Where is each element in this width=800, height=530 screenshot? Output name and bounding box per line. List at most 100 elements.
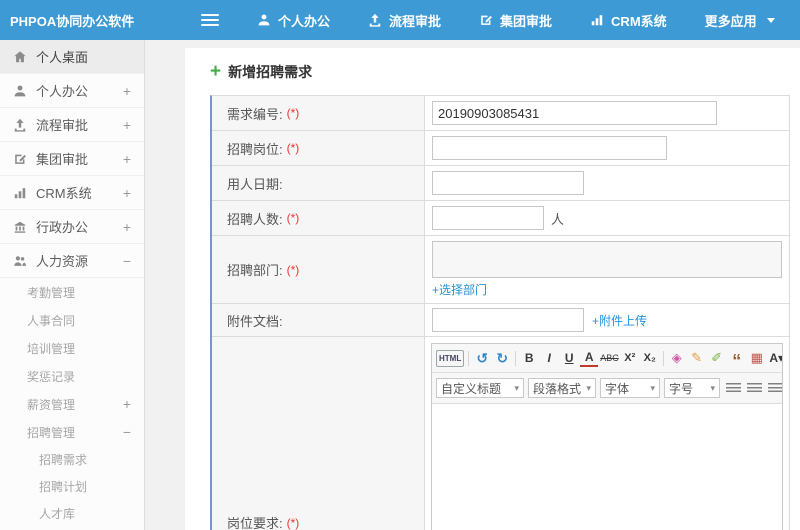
sidebar-item-rewards-punishments[interactable]: 奖惩记录 <box>0 362 144 390</box>
italic-button[interactable]: I <box>540 349 558 368</box>
caret-down-icon <box>766 17 775 23</box>
sidebar-item-recruit-plan[interactable]: 招聘计划 <box>0 473 144 500</box>
recruit-department-textarea[interactable] <box>432 241 782 278</box>
highlight-icon[interactable]: ✐ <box>708 349 726 368</box>
sidebar-item-label: 招聘需求 <box>39 453 88 467</box>
underline-button[interactable]: U <box>560 349 578 368</box>
expand-toggle-icon[interactable]: + <box>123 84 131 98</box>
recruit-position-input[interactable] <box>432 136 667 160</box>
topnav-label: 集团审批 <box>500 13 553 29</box>
required-mark: (*) <box>286 141 300 155</box>
people-icon <box>13 254 27 268</box>
font-family-dropdown[interactable]: 字体 ▾ <box>600 378 660 398</box>
font-color-button[interactable]: A▾ <box>768 349 782 368</box>
recruit-count-input[interactable] <box>432 206 544 230</box>
required-mark: (*) <box>286 106 300 120</box>
demand-number-input[interactable] <box>432 101 717 125</box>
caret-down-icon: ▾ <box>586 382 591 393</box>
editor-toolbar-row1: HTML ↺ ↻ B I U A ABC X² X₂ ◈ ✎ ✐ “ ▦ A <box>432 344 782 373</box>
sidebar-item-group-approval[interactable]: 集团审批 + <box>0 142 144 176</box>
collapse-toggle-icon[interactable]: − <box>123 425 131 439</box>
topnav-item-personal-office[interactable]: 个人办公 <box>257 11 330 30</box>
paragraph-format-dropdown[interactable]: 段落格式 ▾ <box>528 378 596 398</box>
sidebar-item-workflow-approval[interactable]: 流程审批 + <box>0 108 144 142</box>
sidebar-item-label: 薪资管理 <box>27 397 76 412</box>
hamburger-icon[interactable] <box>201 11 219 29</box>
select-department-link[interactable]: +选择部门 <box>432 281 782 298</box>
expand-toggle-icon[interactable]: + <box>123 118 131 132</box>
undo-icon[interactable]: ↺ <box>473 349 491 368</box>
toolbar-separator <box>515 350 517 366</box>
form-row-recruit-department: 招聘部门: (*) +选择部门 <box>212 236 789 304</box>
sidebar-item-recruitment[interactable]: 招聘管理 − <box>0 418 144 446</box>
field-label: 用人日期: <box>212 166 425 200</box>
process-icon <box>368 13 382 27</box>
custom-title-dropdown[interactable]: 自定义标题 ▾ <box>436 378 524 398</box>
sidebar-item-personal-office[interactable]: 个人办公 + <box>0 74 144 108</box>
topnav-label: 流程审批 <box>389 13 442 29</box>
font-border-button[interactable]: A <box>580 350 599 367</box>
expand-toggle-icon[interactable]: + <box>123 186 131 200</box>
topnav-label: CRM系统 <box>611 13 667 29</box>
html-source-button[interactable]: HTML <box>436 349 465 367</box>
field-label: 招聘部门: (*) <box>212 236 425 303</box>
sidebar-item-desktop[interactable]: 个人桌面 <box>0 40 144 74</box>
field-label: 岗位要求: (*) <box>212 337 425 530</box>
sidebar-item-recruit-demand[interactable]: 招聘需求 <box>0 446 144 473</box>
sidebar-item-hr[interactable]: 人力资源 − <box>0 244 144 278</box>
subscript-button[interactable]: X₂ <box>641 349 659 368</box>
collapse-toggle-icon[interactable]: − <box>123 254 131 268</box>
strikethrough-button[interactable]: ABC <box>600 349 619 368</box>
editor-content-area[interactable] <box>432 404 782 530</box>
attachment-input[interactable] <box>432 308 584 332</box>
sidebar: 个人桌面 个人办公 + 流程审批 + 集团审批 + CRM系统 + 行政办公 +… <box>0 40 145 530</box>
field-label: 附件文档: <box>212 304 425 336</box>
topnav-item-workflow-approval[interactable]: 流程审批 <box>368 11 441 30</box>
expand-toggle-icon[interactable]: + <box>123 397 131 411</box>
sidebar-item-label: 集团审批 <box>36 152 89 167</box>
expand-toggle-icon[interactable]: + <box>123 152 131 166</box>
form-row-position-requirements: 岗位要求: (*) HTML ↺ ↻ B I U A ABC X² X₂ ◈ ✎… <box>212 337 789 530</box>
sidebar-item-personnel-contract[interactable]: 人事合同 <box>0 306 144 334</box>
sidebar-item-talent-pool[interactable]: 人才库 <box>0 500 144 527</box>
plus-icon: + <box>210 61 222 82</box>
font-size-dropdown[interactable]: 字号 ▾ <box>664 378 720 398</box>
field-label-text: 招聘人数: <box>227 211 283 227</box>
sidebar-item-training[interactable]: 培训管理 <box>0 334 144 362</box>
align-right-icon[interactable] <box>768 382 782 394</box>
redo-icon[interactable]: ↻ <box>493 349 511 368</box>
remove-format-icon[interactable]: ◈ <box>668 349 686 368</box>
caret-down-icon: ▾ <box>650 382 655 393</box>
topnav-item-group-approval[interactable]: 集团审批 <box>479 11 552 30</box>
recruitment-demand-form: 需求编号: (*) 招聘岗位: (*) 用人日期: <box>210 95 790 530</box>
edit-approval-icon <box>13 152 27 166</box>
align-center-icon[interactable] <box>747 382 762 394</box>
home-icon <box>13 50 27 64</box>
dropdown-label: 字号 <box>669 381 694 396</box>
bold-button[interactable]: B <box>520 349 538 368</box>
emotion-icon[interactable]: ▦ <box>748 349 766 368</box>
attachment-upload-link[interactable]: +附件上传 <box>592 312 647 329</box>
page-header: + 新增招聘需求 <box>185 48 800 95</box>
hire-date-input[interactable] <box>432 171 584 195</box>
align-left-icon[interactable] <box>726 382 741 394</box>
blockquote-icon[interactable]: “ <box>728 345 746 371</box>
topnav-item-more-apps[interactable]: 更多应用 <box>705 11 775 30</box>
user-icon <box>257 13 271 27</box>
rich-text-editor: HTML ↺ ↻ B I U A ABC X² X₂ ◈ ✎ ✐ “ ▦ A 自… <box>431 343 783 530</box>
field-label: 需求编号: (*) <box>212 96 425 130</box>
unit-suffix: 人 <box>551 211 565 227</box>
toolbar-separator <box>662 350 664 366</box>
topnav-item-crm[interactable]: CRM系统 <box>590 11 667 30</box>
sidebar-item-attendance[interactable]: 考勤管理 <box>0 278 144 306</box>
superscript-button[interactable]: X² <box>621 349 639 368</box>
format-brush-icon[interactable]: ✎ <box>688 349 706 368</box>
sidebar-item-admin-office[interactable]: 行政办公 + <box>0 210 144 244</box>
sidebar-item-salary[interactable]: 薪资管理 + <box>0 390 144 418</box>
expand-toggle-icon[interactable]: + <box>123 220 131 234</box>
form-row-recruit-position: 招聘岗位: (*) <box>212 131 789 166</box>
sidebar-item-label: 考勤管理 <box>27 285 76 300</box>
sidebar-item-crm[interactable]: CRM系统 + <box>0 176 144 210</box>
dropdown-label: 段落格式 <box>533 381 582 396</box>
main-panel: + 新增招聘需求 需求编号: (*) 招聘岗位: (*) <box>185 48 800 530</box>
